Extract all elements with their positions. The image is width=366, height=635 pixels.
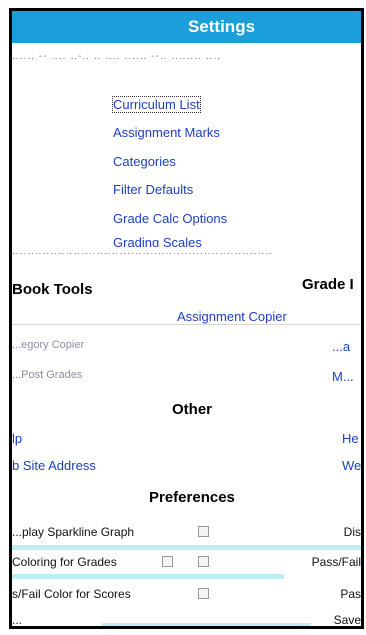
assignment-marks-link[interactable]: Assignment Marks (113, 125, 220, 140)
categories-link[interactable]: Categories (113, 154, 176, 169)
grade-tool-link-2[interactable]: M... (332, 369, 354, 384)
website-link-right[interactable]: We (342, 458, 361, 473)
render-artifact (12, 574, 285, 579)
header-strip: ‥‥‥ ‐‐ ‥‥ ‥‐‥ ‥ ‥‥ ‥‥‥ ‐‐‥ ‥‥‥‥ ‥‥ (12, 51, 222, 62)
filter-defaults-link[interactable]: Filter Defaults (113, 182, 193, 197)
coloring-checkbox-2[interactable] (198, 556, 209, 567)
curriculum-list-link[interactable]: Curriculum List (112, 96, 201, 113)
pref-row-coloring: Coloring for Grades Pass/Fail (12, 551, 361, 573)
passfail-color-checkbox[interactable] (198, 588, 209, 599)
pref-right-label: Pas (340, 587, 361, 601)
category-copier-link[interactable]: ...egory Copier (12, 339, 84, 351)
settings-window: Settings ‥‥‥ ‐‐ ‥‥ ‥‐‥ ‥ ‥‥ ‥‥‥ ‐‐‥ ‥‥‥‥… (9, 8, 364, 629)
sparkline-checkbox[interactable] (198, 526, 209, 537)
post-grades-link[interactable]: ...Post Grades (12, 369, 82, 381)
other-heading: Other (172, 401, 213, 418)
pref-label: ... (12, 613, 23, 627)
window-title: Settings (187, 17, 256, 36)
render-artifact (12, 545, 361, 550)
pref-right-label: Dis (343, 525, 361, 539)
grade-tool-link-1[interactable]: ...a (332, 339, 350, 354)
settings-divider-strip: ‥‥‥‥‥‥‥‥‥‥‥‥‥‥‥‥‥‥‥‥‥‥‥‥‥‥‥‥‥‥‥‥‥‥ (12, 246, 273, 257)
pref-row-passfail-color: s/Fail Color for Scores Pas (12, 583, 361, 605)
pref-label: ...play Sparkline Graph (12, 525, 135, 539)
grade-heading: Grade I (302, 276, 354, 293)
book-tools-heading: Book Tools (12, 281, 93, 298)
pref-row-sparkline: ...play Sparkline Graph Dis (12, 521, 361, 543)
pref-right-label: Save (333, 613, 361, 627)
pref-label: Coloring for Grades (12, 555, 117, 569)
section-divider (12, 324, 361, 325)
render-artifact (102, 623, 312, 626)
pref-row-save: ... Save (12, 609, 361, 627)
title-bar: Settings (12, 11, 361, 43)
preferences-heading: Preferences (149, 489, 235, 506)
help-link[interactable]: lp (12, 431, 22, 446)
pref-right-label: Pass/Fail (311, 555, 361, 569)
assignment-copier-link[interactable]: Assignment Copier (177, 309, 287, 324)
coloring-checkbox[interactable] (162, 556, 173, 567)
help-link-right[interactable]: He (342, 431, 359, 446)
website-address-link[interactable]: b Site Address (12, 458, 96, 473)
pref-label: s/Fail Color for Scores (12, 587, 131, 601)
grade-calc-options-link[interactable]: Grade Calc Options (113, 211, 227, 226)
